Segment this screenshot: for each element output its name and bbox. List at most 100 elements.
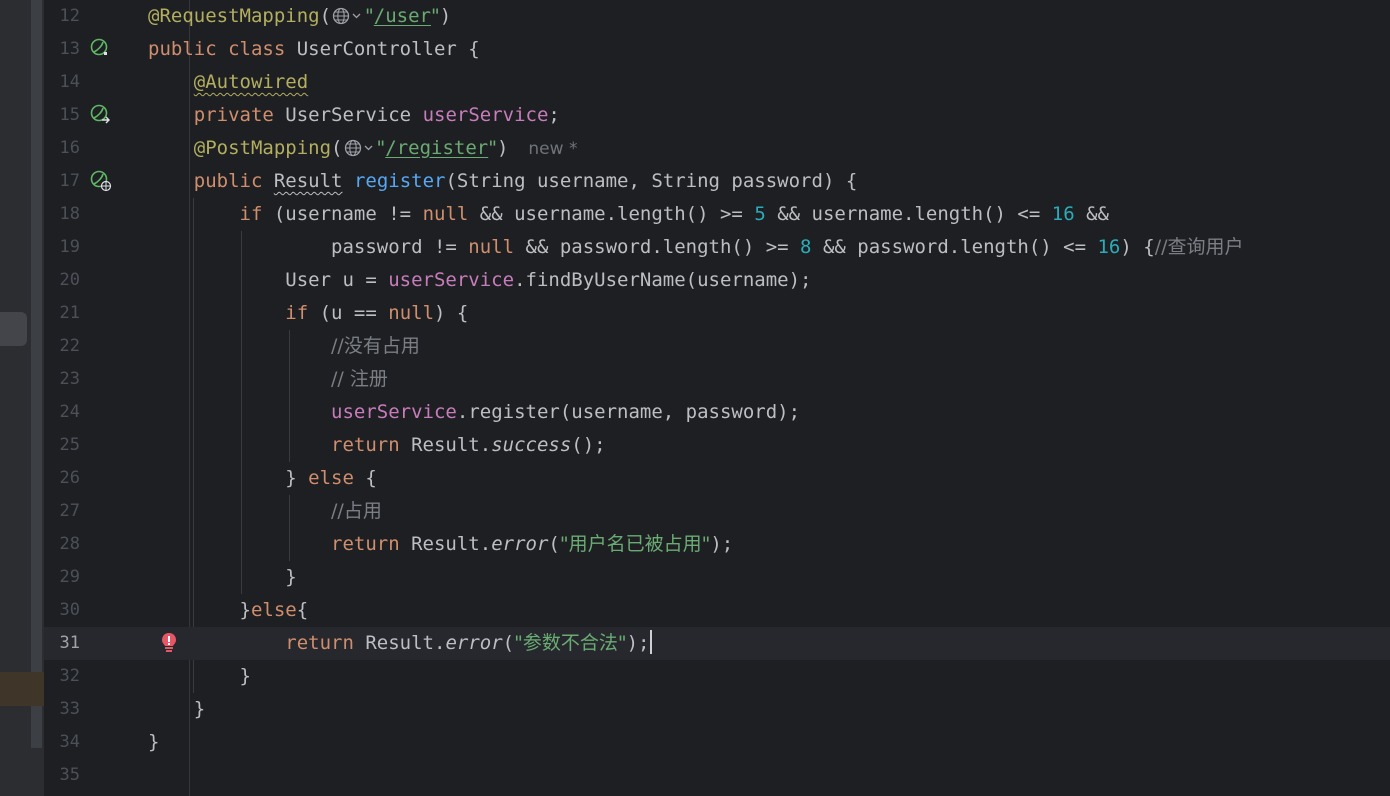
line-number: 31 — [59, 633, 80, 653]
method-name: register — [353, 170, 446, 192]
code-line[interactable]: 17 public Result register(String usernam… — [44, 165, 1390, 198]
code-text: Result. — [411, 533, 492, 555]
globe-icon[interactable] — [344, 135, 376, 168]
line-number: 29 — [59, 567, 80, 587]
code-editor[interactable]: 12 @RequestMapping("/user") 13 public class… — [44, 0, 1390, 796]
code-line[interactable]: 18 if (username != null && username.leng… — [44, 198, 1390, 231]
code-line[interactable]: 24 userService.register(username, passwo… — [44, 396, 1390, 429]
code-text: ); — [710, 533, 734, 555]
field-reference: userService — [331, 401, 457, 423]
project-modified-item[interactable] — [0, 672, 44, 706]
code-text: ) — [439, 5, 452, 27]
number-literal: 16 — [1097, 236, 1121, 258]
code-content: return Result.error("参数不合法"); — [148, 627, 653, 660]
number-literal: 16 — [1051, 203, 1075, 225]
code-line[interactable]: 19 password != null && password.length()… — [44, 231, 1390, 264]
keyword-token: private — [193, 104, 286, 126]
keyword-token: public — [193, 170, 274, 192]
code-text: && — [1074, 203, 1109, 225]
spring-bean-icon[interactable] — [90, 38, 112, 60]
code-line[interactable]: 33 } — [44, 693, 1390, 726]
spring-autowired-navigate-icon[interactable] — [90, 104, 112, 126]
code-text: } — [148, 599, 251, 621]
line-number: 32 — [59, 666, 80, 686]
code-line[interactable]: 20 User u = userService.findByUserName(u… — [44, 264, 1390, 297]
line-number: 27 — [59, 501, 80, 521]
code-text: && username.length() <= — [765, 203, 1052, 225]
code-line[interactable]: 28 return Result.error("用户名已被占用"); — [44, 528, 1390, 561]
project-tool-window — [0, 0, 44, 796]
text-caret — [650, 630, 653, 654]
line-number: 23 — [59, 369, 80, 389]
code-line[interactable]: 15 private UserService userService; — [44, 99, 1390, 132]
code-line[interactable]: 12 @RequestMapping("/user") — [44, 0, 1390, 33]
code-line[interactable]: 31 return Result.error("参数不合法"); — [44, 627, 1390, 660]
code-text: { — [296, 599, 309, 621]
code-text: (username != — [273, 203, 423, 225]
code-content: if (u == null) { — [148, 297, 468, 330]
author-inlay-hint[interactable]: new * — [528, 139, 577, 159]
code-text: ( — [502, 632, 515, 654]
line-number: 28 — [59, 534, 80, 554]
line-number: 15 — [59, 105, 80, 125]
string-literal: "用户名已被占用" — [559, 533, 711, 555]
code-line[interactable]: 14 @Autowired — [44, 66, 1390, 99]
keyword-token: if — [285, 302, 320, 324]
code-content: password != null && password.length() >=… — [148, 231, 1244, 264]
code-line[interactable]: 35 — [44, 759, 1390, 792]
project-selected-item[interactable] — [0, 312, 27, 346]
keyword-token: else — [250, 599, 297, 621]
line-number: 17 — [59, 171, 80, 191]
keyword-token: public class — [148, 38, 297, 60]
code-text: && password.length() <= — [811, 236, 1098, 258]
field-reference: userService — [422, 104, 549, 126]
code-line[interactable]: 23 // 注册 — [44, 363, 1390, 396]
static-call: error — [491, 533, 549, 555]
keyword-token: if — [239, 203, 274, 225]
static-call: error — [445, 632, 503, 654]
code-text: .register(username, password); — [456, 401, 801, 423]
line-number: 34 — [59, 732, 80, 752]
type-reference: Result — [273, 170, 343, 192]
code-comment: //查询用户 — [1154, 236, 1244, 258]
code-line[interactable]: 26 } else { — [44, 462, 1390, 495]
code-content: return Result.success(); — [148, 429, 606, 462]
line-number: 14 — [59, 72, 80, 92]
code-text: && password.length() >= — [525, 236, 801, 258]
keyword-token: return — [285, 632, 366, 654]
code-line[interactable]: 30 }else{ — [44, 594, 1390, 627]
code-line[interactable]: 13 public class UserController { — [44, 33, 1390, 66]
code-line[interactable]: 32 } — [44, 660, 1390, 693]
code-line[interactable]: 22 //没有占用 — [44, 330, 1390, 363]
project-scrollbar[interactable] — [31, 0, 42, 748]
code-content: User u = userService.findByUserName(user… — [148, 264, 811, 297]
code-text: UserController { — [296, 38, 480, 60]
url-literal: /register — [385, 137, 489, 159]
code-line[interactable]: 29 } — [44, 561, 1390, 594]
code-text: && username.length() >= — [479, 203, 755, 225]
code-text: } — [148, 731, 160, 753]
code-content: } else { — [148, 462, 377, 495]
line-number: 16 — [59, 138, 80, 158]
url-literal: /user — [373, 5, 431, 27]
code-line[interactable]: 34} — [44, 726, 1390, 759]
line-number: 19 — [59, 237, 80, 257]
code-text: } — [148, 698, 206, 720]
code-text: password != — [148, 236, 469, 258]
code-line[interactable]: 21 if (u == null) { — [44, 297, 1390, 330]
code-line[interactable]: 27 //占用 — [44, 495, 1390, 528]
spring-web-endpoint-icon[interactable] — [90, 170, 112, 192]
line-number: 35 — [59, 765, 80, 785]
code-content: public class UserController { — [148, 33, 480, 66]
code-text: ; — [548, 104, 560, 126]
globe-icon[interactable] — [332, 3, 364, 36]
code-content: private UserService userService; — [148, 99, 560, 132]
number-literal: 8 — [800, 236, 812, 258]
code-line[interactable]: 25 return Result.success(); — [44, 429, 1390, 462]
line-number: 12 — [59, 6, 80, 26]
code-text: ( — [548, 533, 560, 555]
code-line[interactable]: 16 @PostMapping("/register") new * — [44, 132, 1390, 165]
